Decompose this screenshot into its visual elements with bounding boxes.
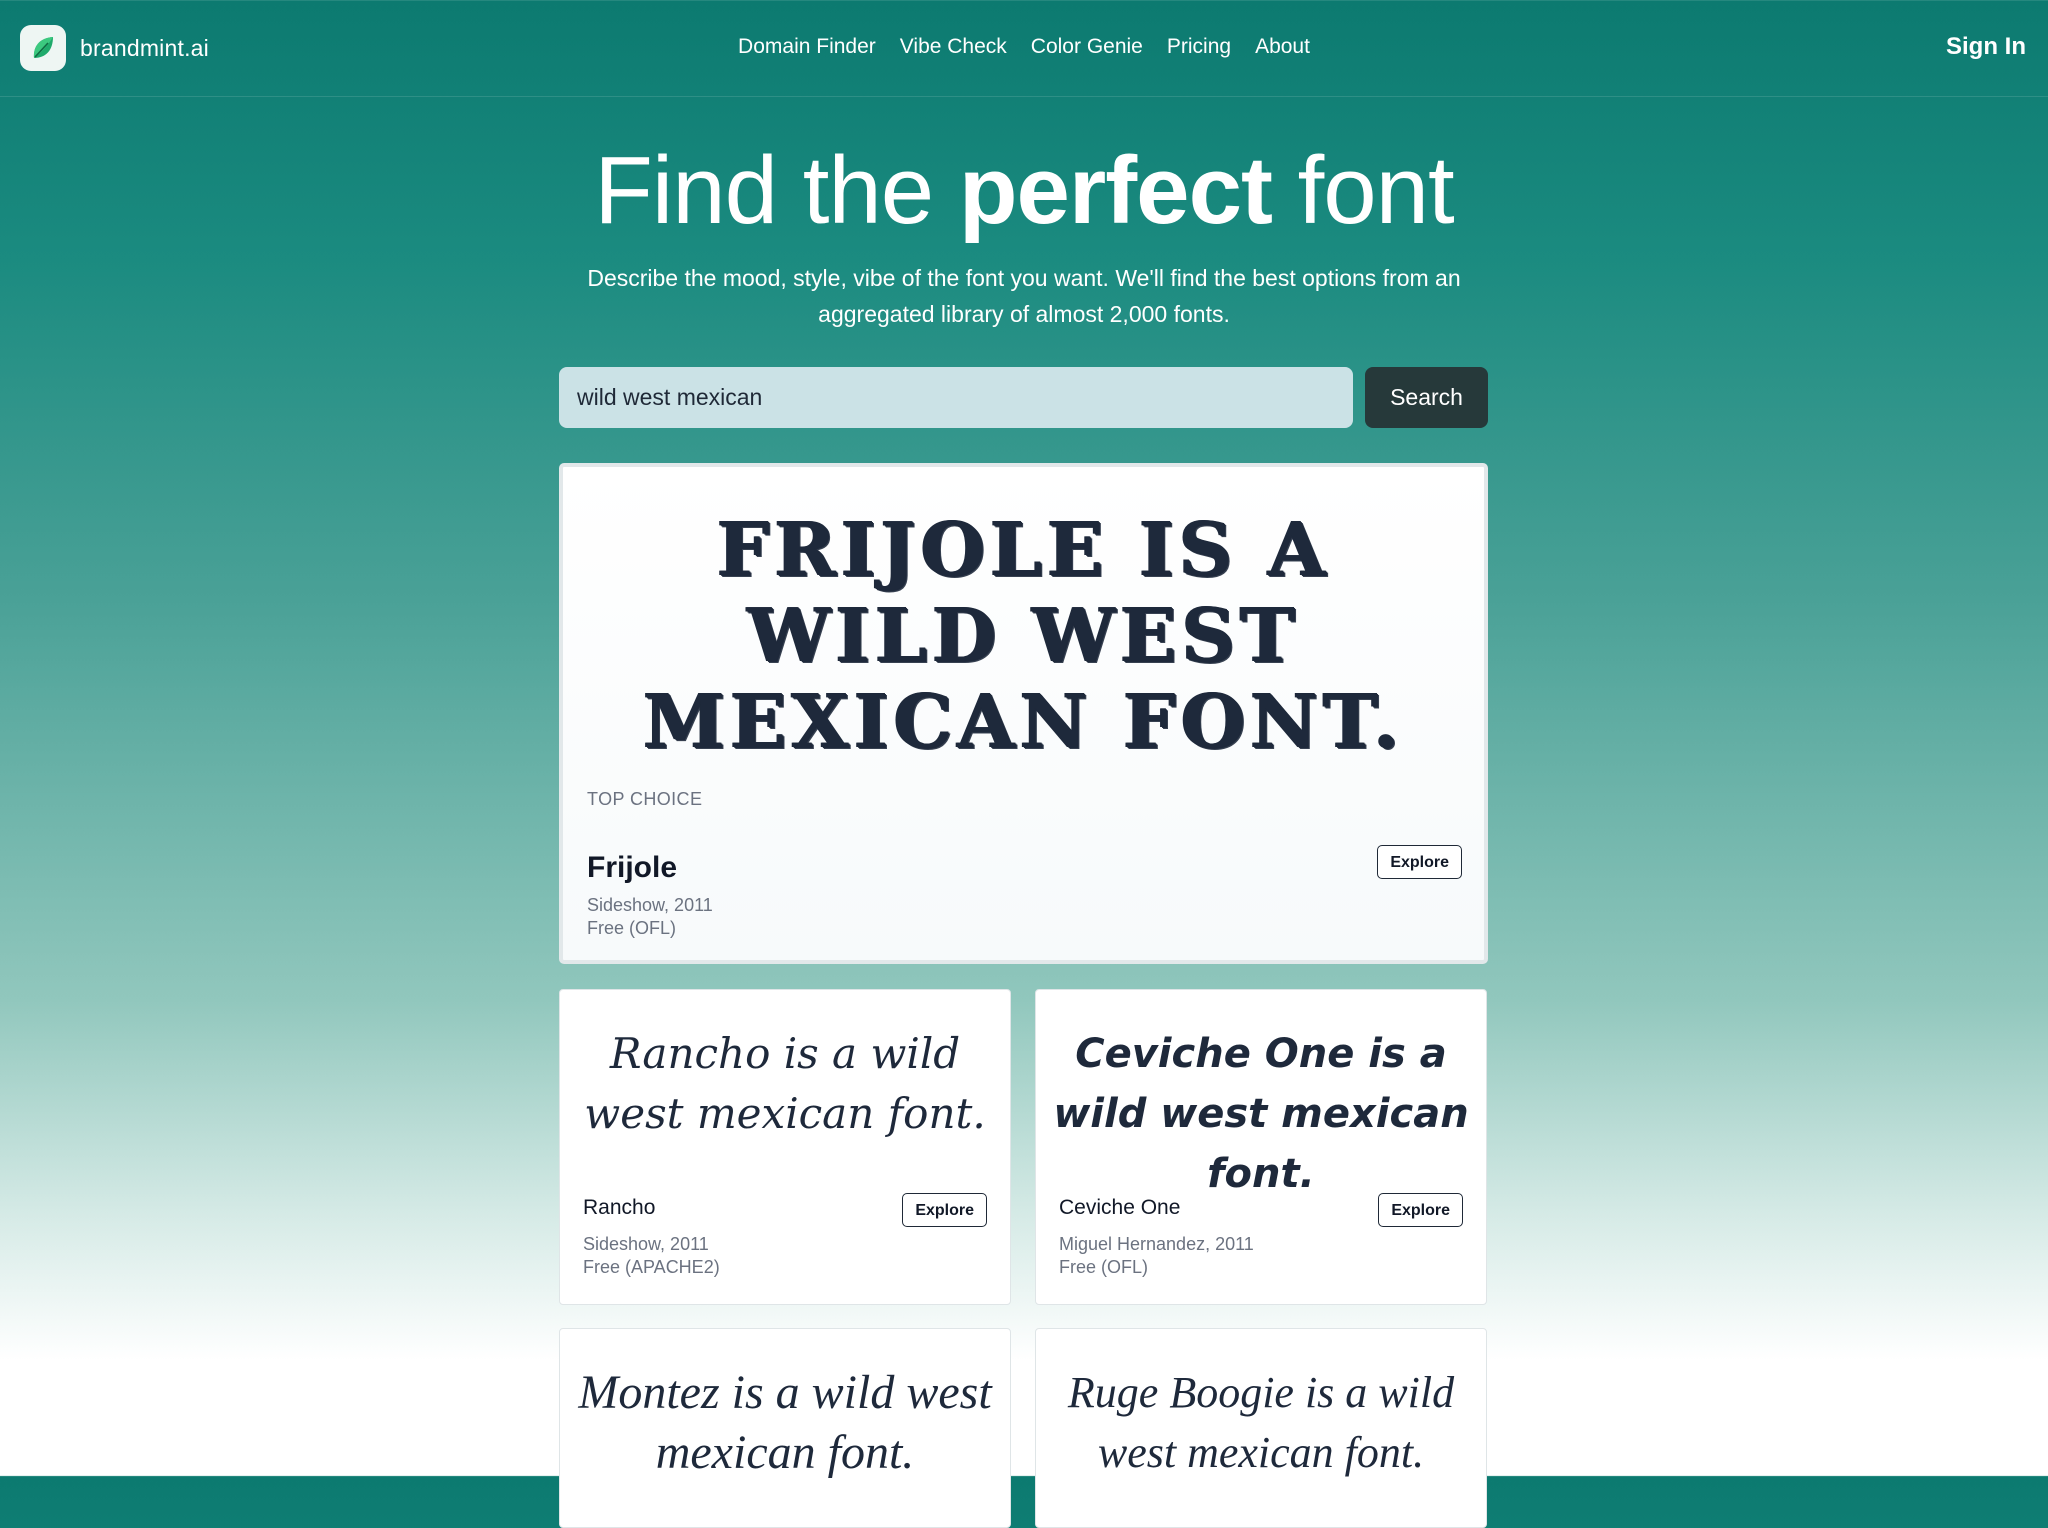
font-sample-text: Montez is a wild west mexican font.	[578, 1366, 992, 1479]
sign-in-link[interactable]: Sign In	[1946, 30, 2026, 64]
font-result-card: Ceviche One is a wild west mexican font.…	[1035, 989, 1487, 1305]
top-nav-bar: brandmint.ai Domain Finder Vibe Check Co…	[0, 0, 2048, 97]
font-search-input[interactable]	[559, 367, 1353, 428]
explore-button[interactable]: Explore	[902, 1193, 987, 1227]
font-name: Frijole	[587, 851, 678, 884]
nav-color-genie[interactable]: Color Genie	[1031, 30, 1143, 64]
font-name: Rancho	[583, 1196, 656, 1219]
page-title: Find the perfect font	[0, 132, 2048, 250]
nav-about[interactable]: About	[1255, 30, 1310, 64]
explore-button[interactable]: Explore	[1377, 845, 1462, 879]
nav-pricing[interactable]: Pricing	[1167, 30, 1231, 64]
font-designer-year: Sideshow, 2011	[587, 895, 713, 915]
top-choice-label: TOP CHOICE	[587, 789, 703, 809]
explore-button[interactable]: Explore	[1378, 1193, 1463, 1227]
font-sample-text: Rancho is a wild west mexican font.	[584, 1029, 986, 1138]
font-designer-year: Sideshow, 2011	[583, 1234, 709, 1254]
nav-domain-finder[interactable]: Domain Finder	[738, 30, 876, 64]
search-button[interactable]: Search	[1365, 367, 1488, 428]
font-sample-text: Frijole is a wild west mexican font.	[643, 507, 1404, 765]
font-sample-text: Ceviche One is a wild west mexican font.	[1053, 1031, 1469, 1197]
font-license: Free (OFL)	[587, 918, 677, 938]
page-subtitle: Describe the mood, style, vibe of the fo…	[587, 265, 1461, 327]
title-text-bold: perfect	[958, 137, 1273, 244]
font-designer-year: Miguel Hernandez, 2011	[1059, 1234, 1254, 1254]
font-license: Free (OFL)	[1059, 1257, 1149, 1277]
title-text-post: font	[1297, 137, 1455, 244]
font-license: Free (APACHE2)	[583, 1257, 720, 1277]
nav-vibe-check[interactable]: Vibe Check	[900, 30, 1007, 64]
font-result-card: Rancho is a wild west mexican font. Ranc…	[559, 989, 1011, 1305]
main-nav: Domain Finder Vibe Check Color Genie Pri…	[0, 30, 2048, 64]
font-result-card: Ruge Boogie is a wild west mexican font.	[1035, 1328, 1487, 1528]
top-choice-card: Frijole is a wild west mexican font. TOP…	[559, 463, 1488, 964]
font-sample-text: Ruge Boogie is a wild west mexican font.	[1067, 1368, 1455, 1477]
font-result-card: Montez is a wild west mexican font.	[559, 1328, 1011, 1528]
title-text-pre: Find the	[594, 137, 934, 244]
font-name: Ceviche One	[1059, 1196, 1181, 1219]
